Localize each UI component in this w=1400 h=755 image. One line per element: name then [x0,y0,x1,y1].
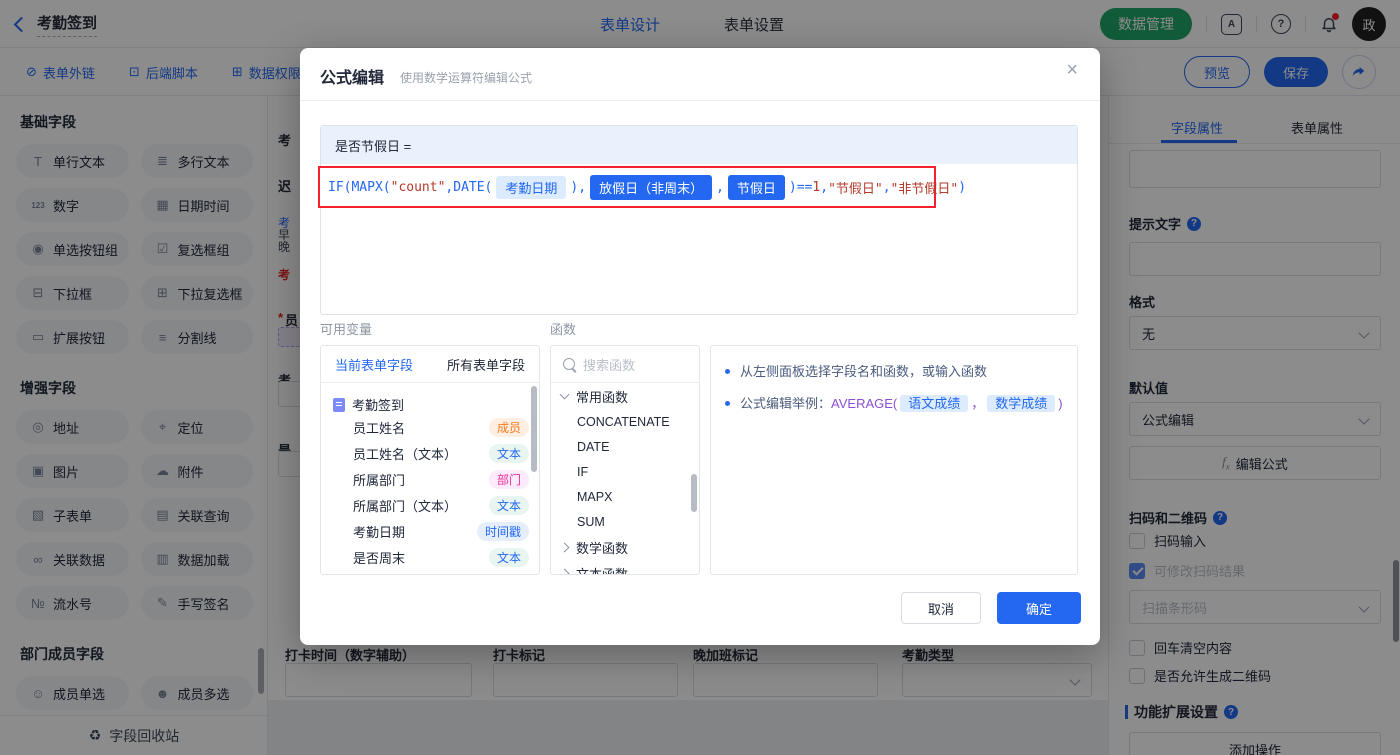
formula-number-token: 1 [812,179,821,195]
formula-editor-area[interactable]: 是否节假日 = [320,125,1078,315]
variable-type-badge: 文本 [488,495,529,515]
tip-example-function: AVERAGE( [831,395,898,411]
tip-example-separator: ， [971,395,985,411]
bullet-icon [725,369,730,374]
modal-title: 公式编辑 [320,70,385,87]
formula-editor-modal: 公式编辑 使用数学运算符编辑公式 × 是否节假日 = IF(MAPX("coun… [300,48,1100,645]
function-group[interactable]: 常用函数 [551,383,699,409]
variable-name: 是否周末 [353,550,406,566]
function-group[interactable]: 文本函数 [551,560,699,575]
formula-function-token: )== [788,179,813,195]
modal-subtitle: 使用数学运算符编辑公式 [400,71,533,85]
function-group-label: 常用函数 [576,389,629,405]
variable-row[interactable]: 考勤日期 时间戳 [321,518,539,544]
formula-function-token: , [820,179,829,195]
confirm-button[interactable]: 确定 [997,592,1081,624]
function-item[interactable]: SUM [551,509,699,534]
field-chip[interactable]: 考勤日期 [496,175,567,199]
variables-box: 当前表单字段 所有表单字段 考勤签到 员工姓名 成员 员工姓名（文本） 文本 所属部门部… [320,345,540,575]
search-icon [563,358,575,370]
formula-function-token: ,DATE( [445,179,493,195]
variable-name: 员工姓名 [353,420,406,436]
functions-scrollbar[interactable] [691,474,697,512]
variables-label: 可用变量 [320,322,373,337]
tab-current-form-fields[interactable]: 当前表单字段 [335,355,413,374]
functions-box: 搜索函数 常用函数 CONCATENATE DATE IF MAPX SUM 数学函数文本函… [550,345,700,575]
variable-type-badge: 成员 [488,417,529,437]
tip-line-2: 公式编辑举例：AVERAGE(语文成绩，数学成绩) [725,394,1063,414]
formula-string-token: "count" [390,179,446,195]
variable-name: 员工姓名（文本） [353,446,458,462]
formula-function-token: ) [958,179,967,195]
close-icon[interactable]: × [1066,60,1078,80]
tip-example-prefix: 公式编辑举例： [740,395,832,411]
variable-type-badge: 文本 [488,547,529,567]
tip-example-close: ) [1058,395,1063,411]
app-window: 考勤签到 表单设计 表单设置 数据管理 A ? 政 ⊘ 表单外链 ⊡ 后端脚本 ⊞ 数据权… [0,0,1400,755]
formula-tips-box: 从左侧面板选择字段名和函数，或输入函数 公式编辑举例：AVERAGE(语文成绩，… [710,345,1078,575]
formula-function-token: ), [570,179,587,195]
bullet-icon [725,400,730,406]
formula-function-token: IF(MAPX( [328,179,391,195]
form-doc-icon [333,397,345,412]
variable-name: 所属部门 [353,472,406,488]
formula-function-token: , [716,179,724,195]
formula-function-token: , [882,179,891,195]
formula-string-token: "节假日" [828,181,883,197]
tip-line-1: 从左侧面板选择字段名和函数，或输入函数 [725,362,1063,382]
function-group-label: 数学函数 [576,540,629,556]
function-search-input[interactable]: 搜索函数 [551,346,699,383]
function-group[interactable]: 数学函数 [551,534,699,560]
field-chip-selected[interactable]: 放假日（非周末） [590,174,713,200]
divider [300,100,1100,101]
variables-root-node[interactable]: 考勤签到 [321,383,539,414]
chevron-right-icon [559,542,570,552]
tip-example-field-chip: 语文成绩 [900,394,969,412]
function-item[interactable]: MAPX [551,484,699,509]
function-item[interactable]: DATE [551,434,699,459]
variable-name: 所属部门（文本） [353,498,458,514]
function-item[interactable]: CONCATENATE [551,409,699,434]
variable-row[interactable]: 所属部门（文本） 文本 [321,492,539,518]
field-chip-selected[interactable]: 节假日 [727,174,785,200]
variable-row[interactable]: 是否周末 文本 [321,544,539,570]
variable-type-badge: 文本 [488,443,529,463]
function-group-label: 文本函数 [576,566,629,575]
formula-string-token: "非节假日" [890,181,959,197]
chevron-down-icon [559,389,570,400]
variable-type-badge: 部门 [488,469,529,489]
variable-row[interactable]: 员工姓名（文本） 文本 [321,440,539,466]
formula-result-label: 是否节假日 = [321,126,1077,164]
variable-name: 考勤日期 [353,524,406,540]
search-placeholder: 搜索函数 [583,357,636,373]
chevron-right-icon [559,568,570,574]
functions-label: 函数 [550,322,577,337]
variable-row[interactable]: 员工姓名 成员 [321,414,539,440]
variable-row[interactable]: 所属部门 部门 [321,466,539,492]
function-item[interactable]: IF [551,459,699,484]
variables-scrollbar[interactable] [531,386,537,472]
variable-type-badge: 时间戳 [476,521,529,541]
cancel-button[interactable]: 取消 [901,592,981,624]
tip-example-field-chip: 数学成绩 [987,394,1056,412]
tab-all-form-fields[interactable]: 所有表单字段 [447,355,525,374]
formula-expression[interactable]: IF(MAPX("count" ,DATE(考勤日期), 放假日（非周末）, 节假日)… [318,166,966,208]
